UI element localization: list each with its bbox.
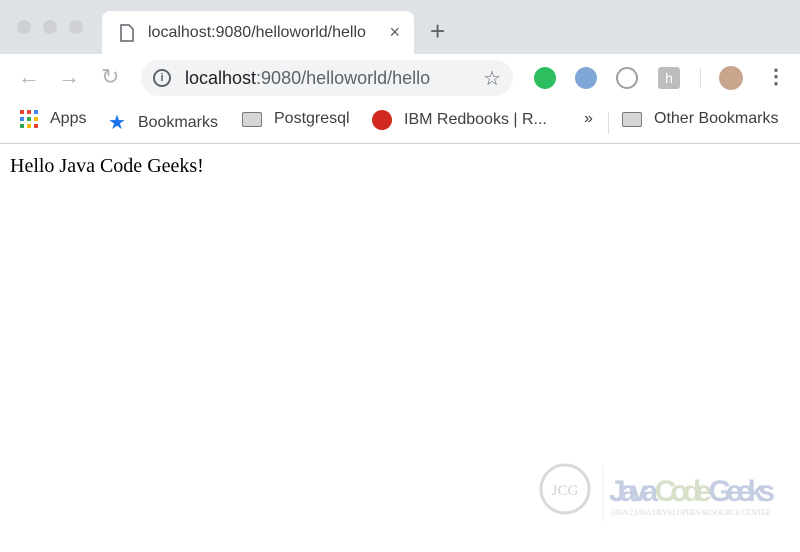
new-tab-button[interactable]: +: [430, 16, 445, 47]
bookmark-label: IBM Redbooks | R...: [404, 111, 547, 128]
reload-icon[interactable]: ↻: [101, 64, 119, 90]
bookmark-label: Postgresql: [274, 110, 350, 127]
bookmark-label: Other Bookmarks: [654, 110, 779, 127]
close-tab-icon[interactable]: ×: [389, 22, 400, 43]
page-text: Hello Java Code Geeks!: [10, 155, 204, 177]
folder-icon: [622, 111, 642, 127]
active-tab[interactable]: localhost:9080/helloworld/hello ×: [102, 11, 414, 54]
svg-text:JCG: JCG: [552, 483, 579, 499]
bookmark-label: Bookmarks: [137, 113, 218, 131]
bookmark-ibm-redbooks[interactable]: IBM Redbooks | R...: [372, 110, 547, 130]
url-host: localhost: [185, 67, 257, 88]
divider: [608, 112, 609, 134]
chevron-double-right-icon: »: [584, 110, 593, 127]
chat-extension-icon[interactable]: [616, 67, 638, 89]
profile-avatar[interactable]: [719, 66, 743, 90]
divider: [700, 68, 701, 88]
honey-extension-icon[interactable]: h: [658, 67, 680, 89]
tab-title: localhost:9080/helloworld/hello: [148, 23, 366, 41]
bookmarks-bar: Apps ★ Bookmarks Postgresql IBM Redbooks…: [0, 102, 800, 144]
star-icon: ★: [108, 112, 126, 134]
url-path: :9080/helloworld/hello: [256, 67, 431, 88]
extension-ring-icon[interactable]: [575, 67, 597, 89]
bookmarks-overflow-button[interactable]: »: [584, 110, 593, 128]
forward-icon[interactable]: →: [58, 64, 80, 90]
apps-grid-icon: [20, 110, 38, 128]
folder-icon: [242, 111, 262, 127]
toolbar: ← → ↻ i localhost:9080/helloworld/hello …: [0, 54, 800, 102]
bookmark-apps[interactable]: Apps: [20, 110, 86, 128]
minimize-window-button[interactable]: [43, 20, 57, 34]
bookmark-bookmarks[interactable]: ★ Bookmarks: [108, 110, 218, 135]
url-text[interactable]: localhost:9080/helloworld/hello: [185, 68, 483, 89]
svg-text:Java Code Geeks: Java Code Geeks: [609, 475, 775, 508]
back-icon[interactable]: ←: [18, 64, 40, 90]
evernote-icon[interactable]: [534, 67, 556, 89]
redbooks-icon: [372, 110, 392, 130]
tab-strip: localhost:9080/helloworld/hello × +: [0, 0, 800, 54]
bookmark-postgresql[interactable]: Postgresql: [242, 110, 350, 128]
svg-text:JAVA 2 JAVA DEVELOPERS RESOURC: JAVA 2 JAVA DEVELOPERS RESOURCE CENTER: [611, 508, 772, 517]
close-window-button[interactable]: [17, 20, 31, 34]
info-icon[interactable]: i: [153, 69, 171, 87]
menu-icon[interactable]: ⋮: [766, 64, 786, 89]
maximize-window-button[interactable]: [69, 20, 83, 34]
bookmark-other[interactable]: Other Bookmarks: [622, 110, 778, 128]
bookmark-star-icon[interactable]: ☆: [483, 66, 501, 91]
jcg-watermark-logo: JCG Java Code Geeks JAVA 2 JAVA DEVELOPE…: [535, 455, 785, 525]
page-icon: [120, 23, 134, 42]
address-bar[interactable]: i localhost:9080/helloworld/hello ☆: [141, 60, 513, 96]
bookmark-label: Apps: [50, 110, 87, 127]
